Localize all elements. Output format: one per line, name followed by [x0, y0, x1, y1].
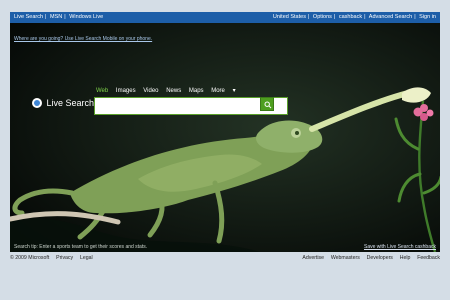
search-button[interactable]: [260, 97, 274, 111]
windows-live-link[interactable]: Windows Live: [69, 14, 103, 20]
footer-right: Advertise | Webmasters | Developers | Help |…: [302, 255, 440, 261]
privacy-link[interactable]: Privacy: [56, 255, 73, 261]
united-states-link[interactable]: United States: [273, 14, 306, 20]
top-nav-right: United States | Options | cashback | Advanc…: [273, 14, 436, 20]
copyright: © 2009 Microsoft: [10, 255, 50, 261]
separator: |: [364, 14, 366, 20]
cashback-link[interactable]: cashback: [339, 14, 362, 20]
tab-maps[interactable]: Maps: [189, 88, 204, 94]
separator: |: [64, 14, 66, 20]
advanced-search-link[interactable]: Advanced Search: [369, 14, 412, 20]
developers-link[interactable]: Developers: [367, 255, 393, 261]
live-search-link[interactable]: Live Search: [14, 14, 43, 20]
separator: |: [394, 255, 397, 261]
separator: |: [75, 255, 77, 261]
webmasters-link[interactable]: Webmasters: [331, 255, 360, 261]
separator: |: [326, 255, 328, 261]
advertise-link[interactable]: Advertise: [302, 255, 324, 261]
chameleon-illustration: [10, 23, 440, 252]
help-link[interactable]: Help: [400, 255, 411, 261]
tab-more[interactable]: More: [211, 88, 225, 94]
search-icon: [264, 101, 272, 109]
live-search-logo: Live Search: [32, 96, 94, 108]
feedback-link[interactable]: Feedback: [417, 255, 440, 261]
homepage-frame: Live Search | MSN | Windows Live United St…: [10, 12, 440, 252]
logo-text: Live Search: [46, 98, 95, 108]
footer-left: © 2009 Microsoft | Privacy | Legal: [10, 255, 93, 261]
separator: |: [45, 14, 47, 20]
separator: |: [333, 14, 336, 20]
cashback-link[interactable]: Save with Live Search cashback: [364, 244, 436, 250]
separator: |: [361, 255, 364, 261]
tab-images[interactable]: Images: [116, 88, 136, 94]
tab-web[interactable]: Web: [96, 88, 108, 94]
separator: |: [51, 255, 53, 261]
separator: |: [412, 255, 414, 261]
sign-in-link[interactable]: Sign in: [419, 14, 436, 20]
tab-video[interactable]: Video: [143, 88, 158, 94]
legal-link[interactable]: Legal: [80, 255, 93, 261]
search-tip: Search tip: Enter a sports team to get t…: [14, 244, 148, 250]
top-nav-left: Live Search | MSN | Windows Live: [14, 14, 103, 20]
options-link[interactable]: Options: [313, 14, 332, 20]
search-input[interactable]: [94, 97, 288, 115]
tab-news[interactable]: News: [166, 88, 181, 94]
separator: |: [307, 14, 310, 20]
chevron-down-icon[interactable]: ▾: [233, 88, 236, 94]
msn-link[interactable]: MSN: [50, 14, 62, 20]
mobile-message-link[interactable]: Where are you going? Use Live Search Mob…: [14, 36, 152, 42]
separator: |: [414, 14, 416, 20]
windows-flag-icon: [32, 98, 42, 108]
top-navigation-bar: Live Search | MSN | Windows Live United St…: [10, 12, 440, 23]
search-category-tabs: Web Images Video News Maps More ▾: [96, 87, 236, 94]
background-image: Where are you going? Use Live Search Mob…: [10, 23, 440, 252]
